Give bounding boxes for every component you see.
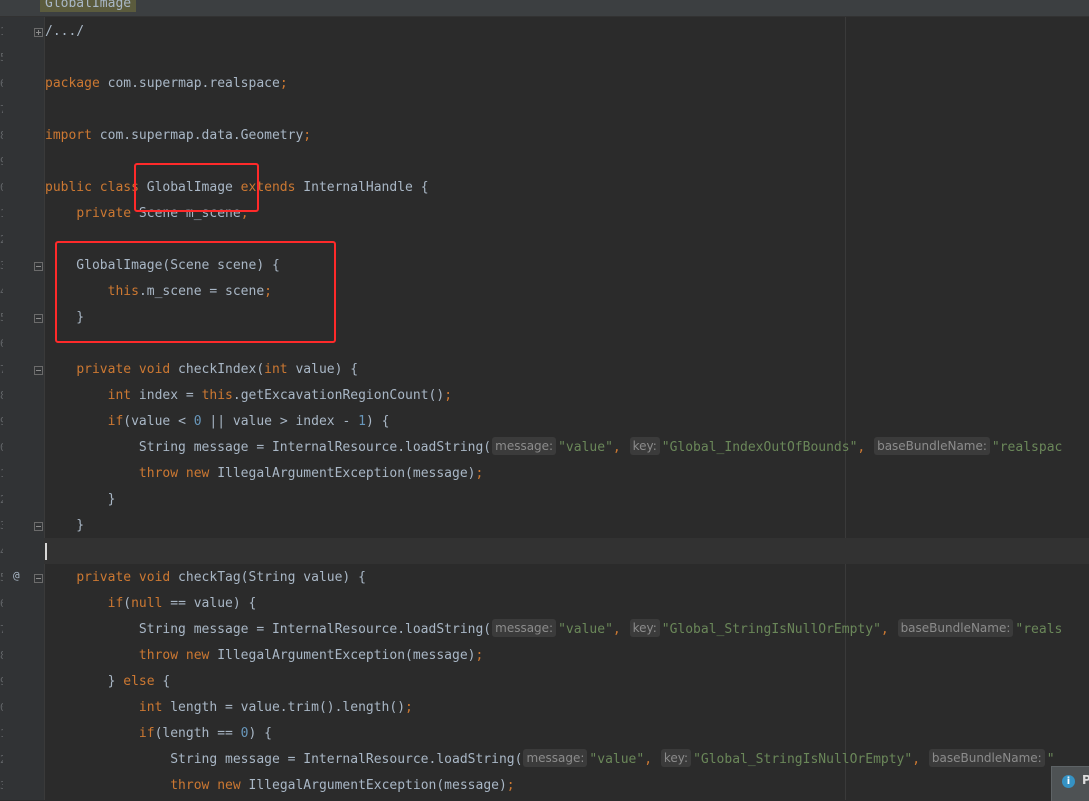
info-icon: i bbox=[1062, 775, 1075, 788]
code-line-checktag-else[interactable]: } else { bbox=[45, 669, 171, 695]
line-number: 4 bbox=[0, 279, 3, 305]
parameter-hint: message: bbox=[492, 437, 557, 455]
line-number: 9 bbox=[0, 409, 3, 435]
line-number: 5 bbox=[0, 45, 3, 71]
line-number: 0 bbox=[0, 175, 3, 201]
fold-end-icon[interactable] bbox=[34, 522, 43, 531]
editor-gutter[interactable] bbox=[0, 17, 45, 800]
line-number: 5 bbox=[0, 305, 3, 331]
code-line-checktag-if-length[interactable]: if(length == 0) { bbox=[45, 721, 272, 747]
line-number: 1 bbox=[0, 721, 3, 747]
line-number: 1 bbox=[0, 461, 3, 487]
line-number: 0 bbox=[0, 435, 3, 461]
code-line-checkindex-if[interactable]: if(value < 0 || value > index - 1) { bbox=[45, 409, 390, 435]
parameter-hint: message: bbox=[492, 619, 557, 637]
line-number: 3 bbox=[0, 513, 3, 539]
notification-text: P bbox=[1082, 773, 1089, 787]
line-number: 7 bbox=[0, 97, 3, 123]
line-number: 4 bbox=[0, 539, 3, 565]
code-line-checkindex-signature[interactable]: private void checkIndex(int value) { bbox=[45, 357, 358, 383]
fold-collapse-icon[interactable] bbox=[34, 574, 43, 583]
fold-collapse-icon[interactable] bbox=[34, 366, 43, 375]
line-number: 3 bbox=[0, 773, 3, 799]
code-line-checkindex-throw[interactable]: throw new IllegalArgumentException(messa… bbox=[45, 461, 483, 487]
fold-collapse-icon[interactable] bbox=[34, 262, 43, 271]
parameter-hint: key: bbox=[660, 749, 692, 767]
parameter-hint: key: bbox=[629, 619, 660, 637]
parameter-hint: message: bbox=[523, 749, 588, 767]
line-number: 8 bbox=[0, 383, 3, 409]
line-number: 3 bbox=[0, 253, 3, 279]
line-number: 7 bbox=[0, 617, 3, 643]
parameter-hint: baseBundleName: bbox=[928, 749, 1045, 767]
code-line-fold-header[interactable]: /.../ bbox=[45, 19, 84, 45]
line-number: 8 bbox=[0, 643, 3, 669]
line-number: 2 bbox=[0, 227, 3, 253]
line-number: 1 bbox=[0, 19, 3, 45]
text-caret bbox=[45, 543, 47, 560]
breadcrumb-class-name[interactable]: GlobalImage bbox=[40, 0, 137, 12]
line-number: 2 bbox=[0, 487, 3, 513]
code-line-package[interactable]: package com.supermap.realspace; bbox=[45, 71, 288, 97]
fold-expand-icon[interactable] bbox=[34, 28, 43, 37]
code-line-checktag-signature[interactable]: private void checkTag(String value) { bbox=[45, 565, 366, 591]
line-number: 9 bbox=[0, 149, 3, 175]
line-number: 8 bbox=[0, 123, 3, 149]
code-line-checktag-message[interactable]: String message = InternalResource.loadSt… bbox=[45, 617, 1062, 643]
line-number: 0 bbox=[0, 695, 3, 721]
line-number: 6 bbox=[0, 591, 3, 617]
code-line-checktag-length[interactable]: int length = value.trim().length(); bbox=[45, 695, 413, 721]
annotation-box-constructor bbox=[55, 241, 336, 343]
fold-end-icon[interactable] bbox=[34, 314, 43, 323]
code-line-checkindex-close[interactable]: } bbox=[45, 513, 84, 539]
parameter-hint: baseBundleName: bbox=[897, 619, 1014, 637]
notification-popup[interactable]: i P bbox=[1051, 766, 1089, 801]
line-number: 5 bbox=[0, 565, 3, 591]
code-line-checkindex-if-close[interactable]: } bbox=[45, 487, 116, 513]
annotation-box-class-name bbox=[134, 163, 259, 212]
parameter-hint: key: bbox=[629, 437, 660, 455]
code-line-checktag-throw-2[interactable]: throw new IllegalArgumentException(messa… bbox=[45, 773, 514, 799]
line-number: 1 bbox=[0, 201, 3, 227]
code-line-checktag-if[interactable]: if(null == value) { bbox=[45, 591, 257, 617]
code-line-checkindex-index[interactable]: int index = this.getExcavationRegionCoun… bbox=[45, 383, 452, 409]
override-marker-icon[interactable]: @ bbox=[13, 569, 25, 583]
line-number: 6 bbox=[0, 331, 3, 357]
line-number: 6 bbox=[0, 71, 3, 97]
code-line-checkindex-message[interactable]: String message = InternalResource.loadSt… bbox=[45, 435, 1062, 461]
parameter-hint: baseBundleName: bbox=[874, 437, 990, 455]
breadcrumb-bar: GlobalImage bbox=[0, 0, 1089, 17]
code-line-checktag-throw[interactable]: throw new IllegalArgumentException(messa… bbox=[45, 643, 483, 669]
line-number: 7 bbox=[0, 357, 3, 383]
current-line-highlight bbox=[44, 538, 1089, 564]
right-margin-guide bbox=[845, 17, 846, 800]
line-number: 2 bbox=[0, 747, 3, 773]
code-line-import[interactable]: import com.supermap.data.Geometry; bbox=[45, 123, 311, 149]
code-line-checktag-message-2[interactable]: String message = InternalResource.loadSt… bbox=[45, 747, 1055, 773]
line-number: 9 bbox=[0, 669, 3, 695]
